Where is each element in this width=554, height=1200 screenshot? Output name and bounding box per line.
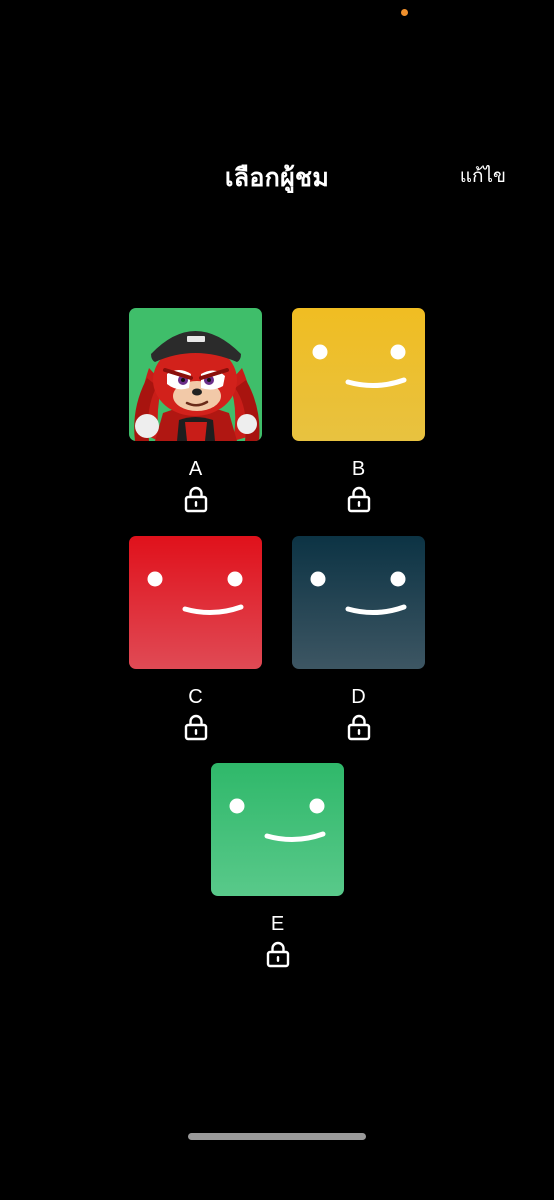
profile-c[interactable]: C (129, 536, 262, 741)
profile-name: C (188, 686, 203, 708)
profile-e[interactable]: E (211, 763, 344, 968)
lock-icon (347, 714, 370, 741)
profile-b[interactable]: B (292, 308, 425, 513)
smiley-face-avatar (292, 308, 425, 441)
edit-button[interactable]: แก้ไข (460, 161, 506, 191)
lock-icon (347, 486, 370, 513)
profile-name: D (351, 686, 366, 708)
profile-name: A (188, 458, 203, 480)
smiley-face-avatar (211, 763, 344, 896)
smiley-face-avatar (292, 536, 425, 669)
smiley-face-avatar (129, 536, 262, 669)
profile-name: E (270, 913, 285, 935)
status-indicator-dot (401, 9, 408, 16)
lock-icon (184, 486, 207, 513)
lock-icon (266, 941, 289, 968)
profile-a[interactable]: A (129, 308, 262, 513)
profile-name: B (351, 458, 366, 480)
knuckles-avatar (129, 308, 262, 441)
profile-d[interactable]: D (292, 536, 425, 741)
lock-icon (184, 714, 207, 741)
home-indicator[interactable] (188, 1133, 366, 1140)
